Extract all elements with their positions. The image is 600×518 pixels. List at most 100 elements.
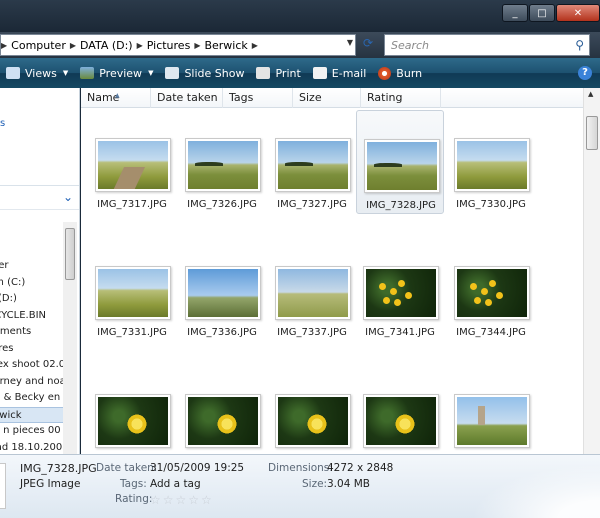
breadcrumb-pictures[interactable]: Pictures — [143, 39, 195, 52]
tree-item[interactable]: carney and noa — [0, 374, 66, 391]
address-row: ▶ Computer ▶ DATA (D:) ▶ Pictures ▶ Berw… — [0, 32, 600, 58]
print-button[interactable]: Print — [250, 58, 306, 88]
email-button[interactable]: E-mail — [307, 58, 373, 88]
details-filename: IMG_7328.JPG — [20, 462, 97, 475]
views-button[interactable]: Views ▼ — [0, 58, 74, 88]
tree-item[interactable]: en & Becky en — [0, 390, 64, 407]
column-tags[interactable]: Tags — [223, 88, 293, 108]
file-thumbnail[interactable]: IMG_7341.JPG — [356, 238, 444, 342]
breadcrumb-data-drive[interactable]: DATA (D:) — [76, 39, 137, 52]
file-thumbnail[interactable]: IMG_7317.JPG — [88, 110, 176, 214]
scroll-up-icon[interactable]: ▲ — [588, 90, 593, 98]
nav-scrollbar-thumb[interactable] — [65, 228, 75, 280]
content-scrollbar-thumb[interactable] — [586, 116, 598, 150]
photo-image — [278, 269, 348, 317]
date-taken-value[interactable]: 31/05/2009 19:25 — [150, 462, 244, 474]
search-input[interactable]: Search ⚲ — [384, 34, 590, 56]
file-thumbnail[interactable] — [356, 366, 444, 454]
thumbnail-frame — [275, 394, 351, 448]
burn-disc-icon — [378, 66, 392, 80]
photo-image — [98, 397, 168, 445]
file-name: IMG_7327.JPG — [277, 199, 347, 210]
content-scrollbar[interactable]: ▲ — [583, 88, 600, 454]
file-thumbnail[interactable] — [178, 366, 266, 454]
photo-image — [457, 269, 527, 317]
breadcrumb-computer[interactable]: Computer — [7, 39, 70, 52]
chevron-right-icon[interactable]: ▶ — [252, 41, 258, 50]
slideshow-icon — [165, 67, 180, 79]
breadcrumb-berwick[interactable]: Berwick — [200, 39, 251, 52]
file-thumbnail[interactable]: IMG_7327.JPG — [268, 110, 356, 214]
details-filetype: JPEG Image — [20, 478, 81, 490]
dimensions-value: 4272 x 2848 — [327, 462, 394, 474]
file-name: IMG_7328.JPG — [366, 200, 436, 211]
rating-stars[interactable]: ☆☆☆☆☆ — [150, 493, 214, 507]
tree-item[interactable]: em (C:) — [0, 275, 64, 292]
tree-item[interactable]: tures — [0, 341, 64, 358]
file-thumbnail[interactable] — [88, 366, 176, 454]
thumbnail-frame — [363, 394, 439, 448]
file-thumbnail[interactable]: IMG_7326.JPG — [178, 110, 266, 214]
favorite-link[interactable]: s — [0, 118, 5, 129]
refresh-icon[interactable]: ⟳ — [358, 36, 378, 54]
file-thumbnail[interactable]: IMG_7331.JPG — [88, 238, 176, 342]
file-name: IMG_7337.JPG — [277, 327, 347, 338]
file-thumbnail[interactable] — [447, 366, 535, 454]
file-thumbnail[interactable]: IMG_7328.JPG — [356, 110, 444, 214]
thumbnail-frame — [454, 394, 530, 448]
file-thumbnail[interactable]: IMG_7344.JPG — [447, 238, 535, 342]
minimize-button[interactable]: _ — [502, 4, 528, 22]
search-icon[interactable]: ⚲ — [575, 38, 584, 52]
file-thumbnail[interactable] — [268, 366, 356, 454]
slideshow-button[interactable]: Slide Show — [159, 58, 250, 88]
photo-image — [278, 141, 348, 189]
tree-item[interactable]: uter — [0, 258, 64, 275]
maximize-button[interactable]: □ — [529, 4, 555, 22]
date-taken-label: Date taken: — [96, 462, 158, 474]
decorative-swoosh — [450, 455, 600, 518]
tags-value[interactable]: Add a tag — [150, 478, 201, 490]
chevron-down-icon[interactable]: ▼ — [347, 38, 353, 47]
column-size[interactable]: Size — [293, 88, 361, 108]
folder-tree: uterem (C:)A (D:)ECYCLE.BINcumentsturesa… — [0, 258, 69, 455]
photo-image — [366, 397, 436, 445]
tree-item[interactable]: A (D:) — [0, 291, 64, 308]
address-bar[interactable]: ▶ Computer ▶ DATA (D:) ▶ Pictures ▶ Berw… — [0, 34, 356, 56]
nav-scrollbar[interactable] — [63, 222, 77, 454]
close-button[interactable]: ✕ — [556, 4, 600, 22]
column-date-taken[interactable]: Date taken — [151, 88, 223, 108]
chevron-down-icon[interactable]: ⌄ — [63, 190, 73, 204]
file-thumbnail[interactable]: IMG_7336.JPG — [178, 238, 266, 342]
column-name[interactable]: ▲ Name — [81, 88, 151, 108]
burn-button[interactable]: Burn — [372, 58, 428, 88]
size-value: 3.04 MB — [327, 478, 370, 490]
file-thumbnail[interactable]: IMG_7337.JPG — [268, 238, 356, 342]
photo-image — [366, 269, 436, 317]
column-rating[interactable]: Rating — [361, 88, 441, 108]
photo-image — [98, 269, 168, 317]
help-icon[interactable]: ? — [578, 66, 592, 80]
thumbnail-frame — [363, 266, 439, 320]
photo-image — [457, 141, 527, 189]
tree-item[interactable]: Dad 18.10.2008 — [0, 440, 69, 455]
size-label: Size: — [302, 478, 328, 490]
command-toolbar: Views ▼ Preview ▼ Slide Show Print E-mai… — [0, 58, 600, 88]
file-thumbnail[interactable]: IMG_7330.JPG — [447, 110, 535, 214]
thumbnail-frame — [364, 139, 440, 193]
chevron-down-icon: ▼ — [148, 69, 154, 77]
tree-item[interactable]: alex shoot 02.0 — [0, 357, 65, 374]
slideshow-label: Slide Show — [184, 66, 245, 80]
thumbnail-frame — [95, 266, 171, 320]
thumbnail-frame — [454, 266, 530, 320]
tree-item[interactable]: its n pieces 00 — [0, 423, 64, 440]
tree-item[interactable]: cuments — [0, 324, 64, 341]
views-icon — [6, 67, 20, 79]
file-name: IMG_7344.JPG — [456, 327, 526, 338]
tree-item[interactable]: erwick — [0, 406, 64, 423]
folders-header[interactable]: ⌄ — [0, 186, 79, 210]
preview-icon — [80, 67, 95, 79]
preview-button[interactable]: Preview ▼ — [74, 58, 159, 88]
burn-label: Burn — [396, 66, 423, 80]
chevron-down-icon: ▼ — [62, 69, 69, 77]
tree-item[interactable]: ECYCLE.BIN — [0, 308, 64, 325]
